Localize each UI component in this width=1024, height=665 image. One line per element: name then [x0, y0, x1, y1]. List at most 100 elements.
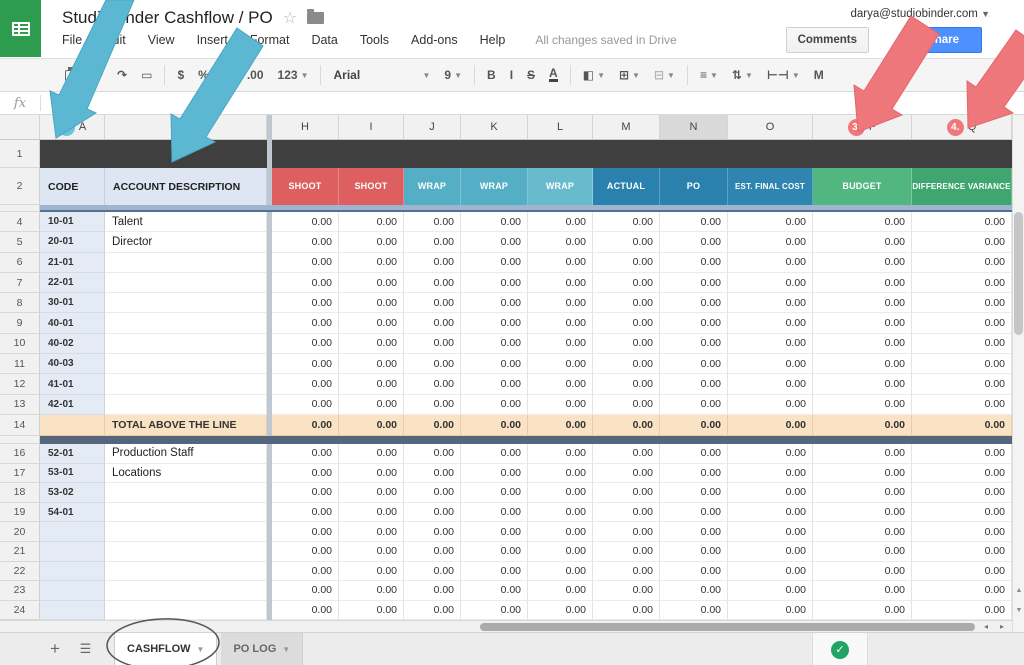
value-cell-L[interactable]: 0.00: [528, 464, 593, 484]
description-cell[interactable]: [105, 293, 267, 313]
chip-L-wrap[interactable]: WRAP: [528, 168, 593, 205]
value-cell-O[interactable]: 0.00: [728, 293, 813, 313]
row-header-18[interactable]: 18: [0, 483, 40, 503]
code-cell[interactable]: [40, 562, 105, 582]
row-header-16[interactable]: 16: [0, 444, 40, 464]
value-cell-H[interactable]: 0.00: [272, 232, 339, 252]
description-cell[interactable]: Production Staff: [105, 444, 267, 464]
value-cell-N[interactable]: 0.00: [660, 581, 728, 601]
value-cell-O[interactable]: 0.00: [728, 464, 813, 484]
value-cell-K[interactable]: 0.00: [461, 354, 528, 374]
value-cell-J[interactable]: 0.00: [404, 374, 461, 394]
value-cell-M[interactable]: 0.00: [593, 212, 660, 232]
value-cell-O[interactable]: 0.00: [728, 444, 813, 464]
comments-button[interactable]: Comments: [786, 27, 869, 53]
redo-icon[interactable]: ↷: [110, 63, 134, 87]
value-cell-O[interactable]: 0.00: [728, 212, 813, 232]
value-cell-N[interactable]: 0.00: [660, 444, 728, 464]
print-icon[interactable]: [58, 63, 86, 87]
row-header-2[interactable]: 2: [0, 168, 40, 205]
chip-P-budget[interactable]: BUDGET: [813, 168, 912, 205]
value-cell-O[interactable]: 0.00: [728, 562, 813, 582]
value-cell-O[interactable]: 0.00: [728, 601, 813, 621]
value-cell-O[interactable]: 0.00: [728, 503, 813, 523]
row-header-24[interactable]: 24: [0, 601, 40, 621]
vertical-scrollbar-thumb[interactable]: [1014, 212, 1023, 335]
dropdown-caret-icon[interactable]: ▼: [667, 71, 675, 80]
value-cell-M[interactable]: 0.00: [593, 313, 660, 333]
value-cell-H[interactable]: 0.00: [272, 483, 339, 503]
value-cell-L[interactable]: 0.00: [528, 293, 593, 313]
description-cell[interactable]: [105, 483, 267, 503]
value-cell-I[interactable]: 0.00: [339, 395, 404, 415]
description-cell[interactable]: [105, 503, 267, 523]
value-cell-Q[interactable]: 0.00: [912, 483, 1012, 503]
value-cell-I[interactable]: 0.00: [339, 273, 404, 293]
menu-view[interactable]: View: [148, 33, 175, 47]
menu-tools[interactable]: Tools: [360, 33, 389, 47]
value-cell-L[interactable]: 0.00: [528, 503, 593, 523]
value-cell-K[interactable]: 0.00: [461, 212, 528, 232]
value-cell-M[interactable]: 0.00: [593, 522, 660, 542]
value-cell-I[interactable]: 0.00: [339, 313, 404, 333]
value-cell-P[interactable]: 0.00: [813, 354, 912, 374]
value-cell-P[interactable]: 0.00: [813, 212, 912, 232]
code-cell[interactable]: 54-01: [40, 503, 105, 523]
value-cell-N[interactable]: 0.00: [660, 334, 728, 354]
value-cell-P[interactable]: 0.00: [813, 374, 912, 394]
row-header-8[interactable]: 8: [0, 293, 40, 313]
description-cell[interactable]: Director: [105, 232, 267, 252]
row-header-4[interactable]: 4: [0, 212, 40, 232]
font-size-select[interactable]: 9▼: [437, 63, 469, 87]
value-cell-J[interactable]: 0.00: [404, 444, 461, 464]
value-cell-J[interactable]: 0.00: [404, 293, 461, 313]
column-header-A[interactable]: 1.A: [40, 115, 105, 140]
value-cell-I[interactable]: 0.00: [339, 253, 404, 273]
value-cell-Q[interactable]: 0.00: [912, 354, 1012, 374]
value-cell-O[interactable]: 0.00: [728, 395, 813, 415]
value-cell-K[interactable]: 0.00: [461, 522, 528, 542]
font-family-select[interactable]: Arial▼: [326, 63, 437, 87]
value-cell-I[interactable]: 0.00: [339, 212, 404, 232]
column-header-H[interactable]: H: [272, 115, 339, 140]
value-cell-K[interactable]: 0.00: [461, 503, 528, 523]
value-cell-Q[interactable]: 0.00: [912, 232, 1012, 252]
code-cell[interactable]: [40, 542, 105, 562]
description-cell[interactable]: [105, 542, 267, 562]
account-menu[interactable]: darya@studiobinder.com ▼: [850, 8, 990, 20]
row-header-14[interactable]: 14: [0, 415, 40, 436]
description-cell[interactable]: [105, 374, 267, 394]
chip-Q-difference-variance[interactable]: DIFFERENCE VARIANCE: [912, 168, 1012, 205]
percent-icon[interactable]: %: [191, 63, 216, 87]
value-cell-P[interactable]: 0.00: [813, 415, 912, 436]
value-cell-O[interactable]: 0.00: [728, 273, 813, 293]
star-icon[interactable]: ☆: [283, 8, 297, 28]
row-header-10[interactable]: 10: [0, 334, 40, 354]
value-cell-Q[interactable]: 0.00: [912, 334, 1012, 354]
value-cell-M[interactable]: 0.00: [593, 542, 660, 562]
code-cell[interactable]: 42-01: [40, 395, 105, 415]
chip-J-wrap[interactable]: WRAP: [404, 168, 461, 205]
value-cell-K[interactable]: 0.00: [461, 444, 528, 464]
tab-polog[interactable]: PO LOG ▼: [221, 633, 303, 665]
row-header-23[interactable]: 23: [0, 581, 40, 601]
value-cell-N[interactable]: 0.00: [660, 483, 728, 503]
value-cell-M[interactable]: 0.00: [593, 581, 660, 601]
banner-cell-values[interactable]: [272, 140, 1012, 168]
borders-icon[interactable]: ⊞▼: [612, 63, 647, 87]
value-cell-Q[interactable]: 0.00: [912, 374, 1012, 394]
code-cell[interactable]: [40, 581, 105, 601]
code-cell[interactable]: 41-01: [40, 374, 105, 394]
value-cell-H[interactable]: 0.00: [272, 503, 339, 523]
value-cell-N[interactable]: 0.00: [660, 253, 728, 273]
value-cell-O[interactable]: 0.00: [728, 313, 813, 333]
dropdown-caret-icon[interactable]: ▼: [597, 71, 605, 80]
value-cell-Q[interactable]: 0.00: [912, 253, 1012, 273]
value-cell-H[interactable]: 0.00: [272, 542, 339, 562]
column-header-K[interactable]: K: [461, 115, 528, 140]
value-cell-J[interactable]: 0.00: [404, 483, 461, 503]
row-header-7[interactable]: 7: [0, 273, 40, 293]
folder-icon[interactable]: [307, 12, 324, 24]
value-cell-I[interactable]: 0.00: [339, 354, 404, 374]
value-cell-M[interactable]: 0.00: [593, 601, 660, 621]
